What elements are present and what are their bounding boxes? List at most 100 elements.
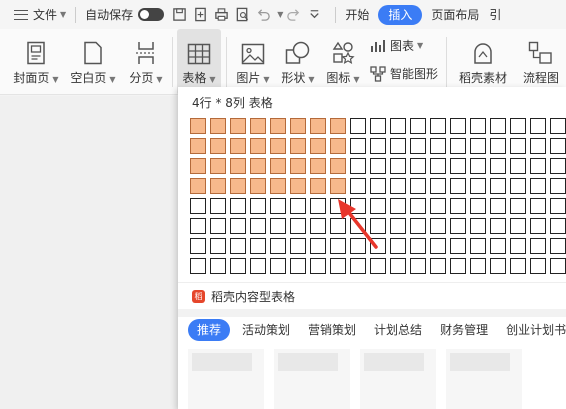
grid-cell[interactable]: [470, 218, 486, 234]
grid-cell[interactable]: [270, 138, 286, 154]
grid-cell[interactable]: [410, 258, 426, 274]
grid-cell[interactable]: [250, 158, 266, 174]
tab-home[interactable]: 开始: [340, 0, 374, 29]
grid-cell[interactable]: [470, 178, 486, 194]
category-tab-recommended[interactable]: 推荐: [188, 319, 231, 341]
grid-cell[interactable]: [370, 158, 386, 174]
grid-cell[interactable]: [250, 178, 266, 194]
grid-cell[interactable]: [450, 178, 466, 194]
grid-cell[interactable]: [210, 238, 226, 254]
grid-cell[interactable]: [490, 258, 506, 274]
category-tab-business-plan[interactable]: 创业计划书: [500, 319, 566, 341]
grid-cell[interactable]: [530, 178, 546, 194]
grid-cell[interactable]: [410, 218, 426, 234]
grid-cell[interactable]: [530, 158, 546, 174]
grid-cell[interactable]: [410, 118, 426, 134]
grid-cell[interactable]: [330, 178, 346, 194]
grid-cell[interactable]: [210, 138, 226, 154]
grid-cell[interactable]: [510, 258, 526, 274]
chart-button[interactable]: 图表 ▼: [370, 37, 423, 54]
grid-cell[interactable]: [250, 238, 266, 254]
grid-cell[interactable]: [550, 158, 566, 174]
grid-cell[interactable]: [430, 118, 446, 134]
grid-cell[interactable]: [450, 158, 466, 174]
grid-cell[interactable]: [510, 178, 526, 194]
grid-cell[interactable]: [370, 118, 386, 134]
grid-cell[interactable]: [230, 218, 246, 234]
grid-cell[interactable]: [270, 198, 286, 214]
category-tab-plan-summary[interactable]: 计划总结: [368, 319, 428, 341]
grid-cell[interactable]: [370, 138, 386, 154]
blank-page-button[interactable]: 空白页 ▼: [67, 29, 119, 95]
grid-cell[interactable]: [250, 258, 266, 274]
grid-cell[interactable]: [450, 138, 466, 154]
grid-cell[interactable]: [510, 218, 526, 234]
grid-cell[interactable]: [230, 138, 246, 154]
grid-cell[interactable]: [190, 198, 206, 214]
grid-cell[interactable]: [450, 258, 466, 274]
grid-cell[interactable]: [190, 238, 206, 254]
template-thumbnail[interactable]: [446, 349, 522, 409]
grid-cell[interactable]: [510, 118, 526, 134]
grid-cell[interactable]: [210, 178, 226, 194]
grid-cell[interactable]: [270, 118, 286, 134]
grid-cell[interactable]: [270, 158, 286, 174]
grid-cell[interactable]: [430, 178, 446, 194]
grid-cell[interactable]: [310, 158, 326, 174]
grid-cell[interactable]: [210, 258, 226, 274]
grid-cell[interactable]: [390, 258, 406, 274]
grid-cell[interactable]: [230, 258, 246, 274]
grid-cell[interactable]: [390, 118, 406, 134]
icon-library-button[interactable]: 图标 ▼: [323, 29, 363, 95]
grid-cell[interactable]: [510, 138, 526, 154]
grid-cell[interactable]: [510, 238, 526, 254]
picture-button[interactable]: 图片 ▼: [233, 29, 273, 95]
export-pdf-icon[interactable]: [190, 4, 211, 25]
grid-cell[interactable]: [210, 118, 226, 134]
tab-page-layout[interactable]: 页面布局: [426, 0, 484, 29]
grid-cell[interactable]: [430, 258, 446, 274]
grid-cell[interactable]: [310, 198, 326, 214]
grid-cell[interactable]: [350, 138, 366, 154]
grid-cell[interactable]: [470, 138, 486, 154]
grid-cell[interactable]: [410, 158, 426, 174]
grid-cell[interactable]: [230, 198, 246, 214]
grid-cell[interactable]: [290, 218, 306, 234]
template-thumbnail[interactable]: [360, 349, 436, 409]
grid-cell[interactable]: [390, 138, 406, 154]
grid-cell[interactable]: [230, 178, 246, 194]
customize-quick-access-icon[interactable]: [304, 4, 325, 25]
grid-cell[interactable]: [310, 178, 326, 194]
grid-cell[interactable]: [550, 198, 566, 214]
grid-cell[interactable]: [250, 198, 266, 214]
tab-reference[interactable]: 引: [484, 0, 501, 29]
grid-cell[interactable]: [510, 158, 526, 174]
grid-cell[interactable]: [390, 158, 406, 174]
grid-cell[interactable]: [390, 178, 406, 194]
template-thumbnail[interactable]: [188, 349, 264, 409]
grid-cell[interactable]: [330, 258, 346, 274]
grid-cell[interactable]: [190, 118, 206, 134]
grid-cell[interactable]: [290, 138, 306, 154]
grid-cell[interactable]: [490, 118, 506, 134]
grid-cell[interactable]: [190, 178, 206, 194]
grid-cell[interactable]: [390, 238, 406, 254]
grid-cell[interactable]: [270, 218, 286, 234]
category-tab-marketing-planning[interactable]: 营销策划: [302, 319, 362, 341]
print-icon[interactable]: [211, 4, 232, 25]
grid-cell[interactable]: [290, 238, 306, 254]
grid-cell[interactable]: [310, 138, 326, 154]
grid-cell[interactable]: [190, 258, 206, 274]
grid-cell[interactable]: [250, 138, 266, 154]
grid-cell[interactable]: [470, 198, 486, 214]
grid-cell[interactable]: [470, 258, 486, 274]
page-break-button[interactable]: 分页 ▼: [124, 29, 168, 95]
grid-cell[interactable]: [310, 118, 326, 134]
grid-cell[interactable]: [270, 258, 286, 274]
grid-cell[interactable]: [450, 238, 466, 254]
grid-cell[interactable]: [550, 178, 566, 194]
cover-page-button[interactable]: 封面页 ▼: [10, 29, 62, 95]
save-icon[interactable]: [169, 4, 190, 25]
grid-cell[interactable]: [290, 158, 306, 174]
grid-cell[interactable]: [550, 138, 566, 154]
